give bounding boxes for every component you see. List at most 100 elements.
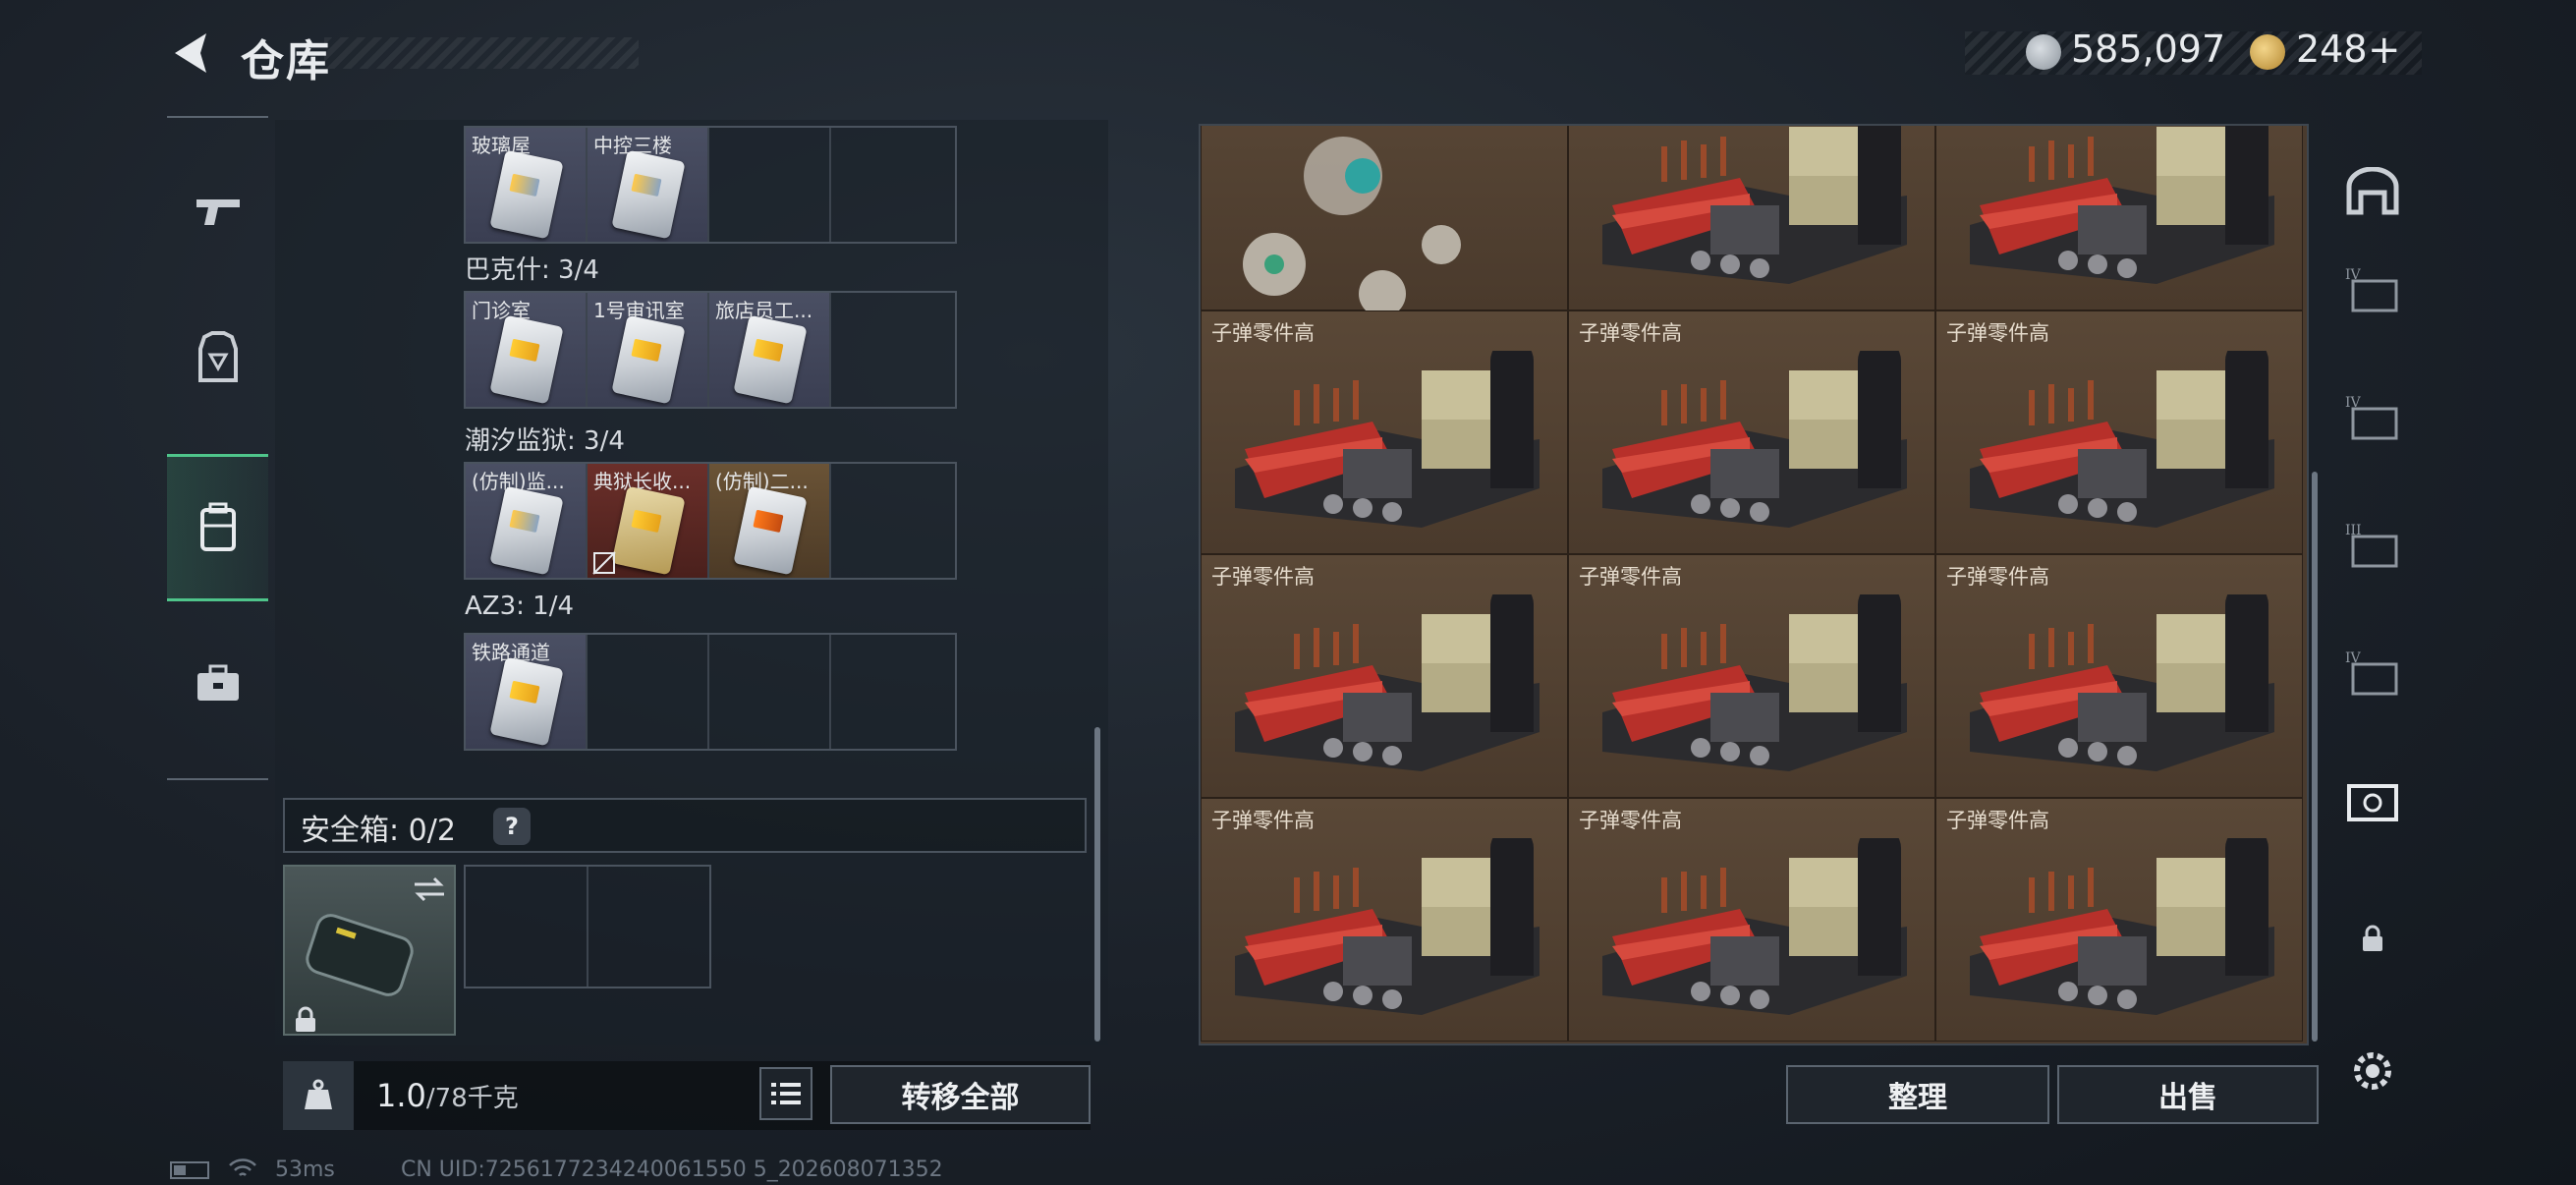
armor-vest-icon	[197, 331, 238, 382]
folder-icon: IV	[2345, 267, 2398, 312]
key-slot[interactable]: 典狱长收...	[588, 464, 709, 578]
gold-amount: 248	[2296, 28, 2368, 71]
safe-container-icon	[306, 914, 414, 996]
keycard-icon	[489, 149, 564, 240]
list-icon	[771, 1083, 801, 1104]
key-slot[interactable]: 铁路通道	[466, 635, 588, 749]
key-row: 门诊室 1号审讯室 旅店员工...	[464, 291, 957, 409]
rail-tab-selected[interactable]	[2324, 747, 2422, 855]
list-view-button[interactable]	[759, 1067, 812, 1120]
sell-button[interactable]: 出售	[2057, 1065, 2319, 1124]
storage-grid: 子弹零件高 子弹零件高 子弹零件高 子弹零件高 子弹零件高 子弹零件高 子弹零件…	[1199, 124, 2309, 1045]
category-backpack[interactable]	[167, 454, 268, 601]
rail-tab-folder-iii[interactable]: III	[2324, 491, 2422, 599]
key-slot[interactable]: (仿制)二...	[709, 464, 831, 578]
grid-scrollbar[interactable]	[2312, 472, 2318, 1042]
safe-box-count: 0/2	[408, 814, 456, 848]
grid-item-ammo-parts[interactable]: 子弹零件高	[1568, 554, 1935, 798]
keycard-icon	[489, 656, 564, 747]
grid-item-ammo-parts[interactable]: 子弹零件高	[1935, 798, 2303, 1042]
key-row: (仿制)监... 典狱长收... (仿制)二...	[464, 462, 957, 580]
help-button[interactable]: ?	[493, 808, 531, 845]
broken-icon	[592, 551, 616, 575]
back-button[interactable]	[167, 28, 218, 79]
empty-safe-slot	[588, 867, 709, 987]
key-slot[interactable]: 门诊室	[466, 293, 588, 407]
battery-icon	[170, 1161, 209, 1179]
category-toolbox[interactable]	[167, 609, 268, 757]
toolbox-icon	[196, 664, 239, 701]
key-slot[interactable]: 旅店员工...	[709, 293, 831, 407]
swap-icon	[415, 876, 444, 902]
empty-key-slot	[831, 128, 953, 242]
grid-item-jewelry[interactable]	[1201, 126, 1568, 313]
back-arrow-icon	[175, 33, 206, 73]
item-label: 子弹零件高	[1946, 809, 2049, 832]
weight-readout: 1.0/78千克	[376, 1077, 519, 1114]
keycard-icon	[733, 485, 808, 576]
key-row: 铁路通道	[464, 633, 957, 751]
key-group-label: AZ3: 1/4	[465, 592, 575, 621]
category-column	[167, 116, 268, 780]
transfer-all-button[interactable]: 转移全部	[830, 1065, 1091, 1124]
item-label: 子弹零件高	[1211, 321, 1315, 345]
grid-item-ammo-parts[interactable]: 子弹零件高	[1568, 310, 1935, 554]
lock-icon	[296, 1006, 315, 1032]
key-slot[interactable]: (仿制)监...	[466, 464, 588, 578]
key-row-partial: 玻璃屋 中控三楼	[464, 126, 957, 244]
page-title: 仓库	[241, 36, 331, 86]
key-slot[interactable]: 1号审讯室	[588, 293, 709, 407]
grid-item-ammo-parts[interactable]: 子弹零件高	[1201, 798, 1568, 1042]
grid-item-ammo-parts[interactable]: 子弹零件高	[1935, 310, 2303, 554]
keys-scrollbar[interactable]	[1094, 727, 1100, 1042]
keycard-icon	[489, 314, 564, 405]
grid-item-ammo-parts[interactable]	[1935, 126, 2303, 310]
sort-button[interactable]: 整理	[1786, 1065, 2049, 1124]
empty-key-slot	[831, 635, 953, 749]
keycard-icon	[611, 149, 686, 240]
item-label: 子弹零件高	[1211, 809, 1315, 832]
keycard-icon	[489, 485, 564, 576]
category-armor[interactable]	[167, 285, 268, 432]
folder-icon: III	[2345, 523, 2398, 568]
backpack-icon	[199, 502, 236, 551]
rail-tab-folder-iv[interactable]: IV	[2324, 619, 2422, 727]
safe-box-item[interactable]	[283, 865, 456, 1036]
keycard-icon	[611, 314, 686, 405]
folder-icon: IV	[2345, 650, 2398, 696]
silver-amount: 585,097	[2071, 28, 2226, 71]
grid-item-ammo-parts[interactable]	[1568, 126, 1935, 310]
item-label: 子弹零件高	[1946, 565, 2049, 589]
jewelry-icon	[1243, 137, 1461, 313]
empty-key-slot	[831, 464, 953, 578]
gear-icon	[2354, 1052, 2391, 1090]
rail-tab-storage[interactable]	[2324, 138, 2422, 246]
silver-coin-icon	[2026, 34, 2061, 70]
rail-tab-folder-iv[interactable]: IV	[2324, 364, 2422, 472]
selected-case-icon	[2347, 784, 2398, 821]
settings-button[interactable]	[2333, 1042, 2412, 1100]
item-label: 子弹零件高	[1211, 565, 1315, 589]
uid-text: CN UID:7256177234240061550 5_20260807135…	[401, 1157, 943, 1182]
keycard-icon	[733, 314, 808, 405]
key-slot[interactable]: 玻璃屋	[466, 128, 588, 242]
empty-safe-slot	[466, 867, 588, 987]
rail-tab-folder-iv[interactable]: IV	[2324, 236, 2422, 344]
rail-tab-locked	[2324, 884, 2422, 992]
key-slot[interactable]: 中控三楼	[588, 128, 709, 242]
category-weapon[interactable]	[167, 138, 268, 285]
safe-box-label: 安全箱: 0/2	[301, 814, 456, 848]
keycard-icon	[611, 485, 686, 576]
key-group-label: 巴克什: 3/4	[465, 255, 599, 285]
grid-item-ammo-parts[interactable]: 子弹零件高	[1201, 554, 1568, 798]
warehouse-icon	[2346, 167, 2399, 215]
add-currency-button[interactable]: +	[2368, 28, 2401, 73]
grid-item-ammo-parts[interactable]: 子弹零件高	[1201, 310, 1568, 554]
empty-key-slot	[709, 635, 831, 749]
pistol-icon	[196, 199, 240, 225]
key-group-label: 潮汐监狱: 3/4	[465, 426, 625, 456]
lock-icon	[2363, 925, 2382, 951]
grid-item-ammo-parts[interactable]: 子弹零件高	[1935, 554, 2303, 798]
empty-key-slot	[831, 293, 953, 407]
grid-item-ammo-parts[interactable]: 子弹零件高	[1568, 798, 1935, 1042]
